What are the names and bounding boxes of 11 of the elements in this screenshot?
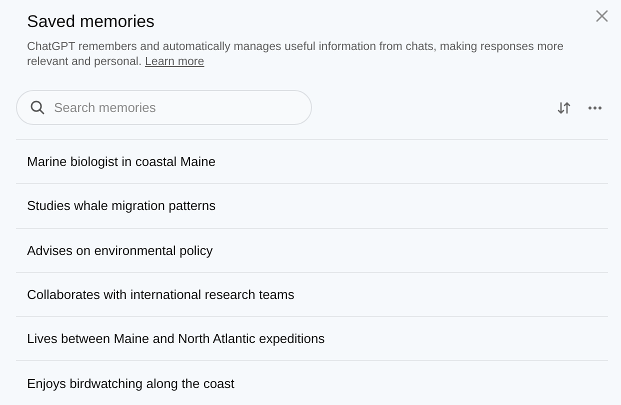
- memory-item: Marine biologist in coastal Maine: [27, 154, 216, 170]
- description-text: ChatGPT remembers and automatically manages useful information from chats, making responses more relevant and personal. Learn more: [27, 39, 565, 69]
- memory-item: Collaborates with international research teams: [27, 287, 294, 302]
- dialog-title: Saved memories: [27, 11, 155, 33]
- sort-icon[interactable]: [556, 100, 572, 116]
- memory-item: Lives between Maine and North Atlantic expeditions: [27, 331, 325, 346]
- learn-more-link[interactable]: Learn more: [144, 55, 204, 68]
- search-field[interactable]: Search memories: [16, 90, 312, 125]
- memory-item: Advises on environmental policy: [27, 242, 213, 258]
- memory-item: Enjoys birdwatching along the coast: [27, 376, 234, 391]
- memory-item: Studies whale migration patterns: [27, 198, 216, 214]
